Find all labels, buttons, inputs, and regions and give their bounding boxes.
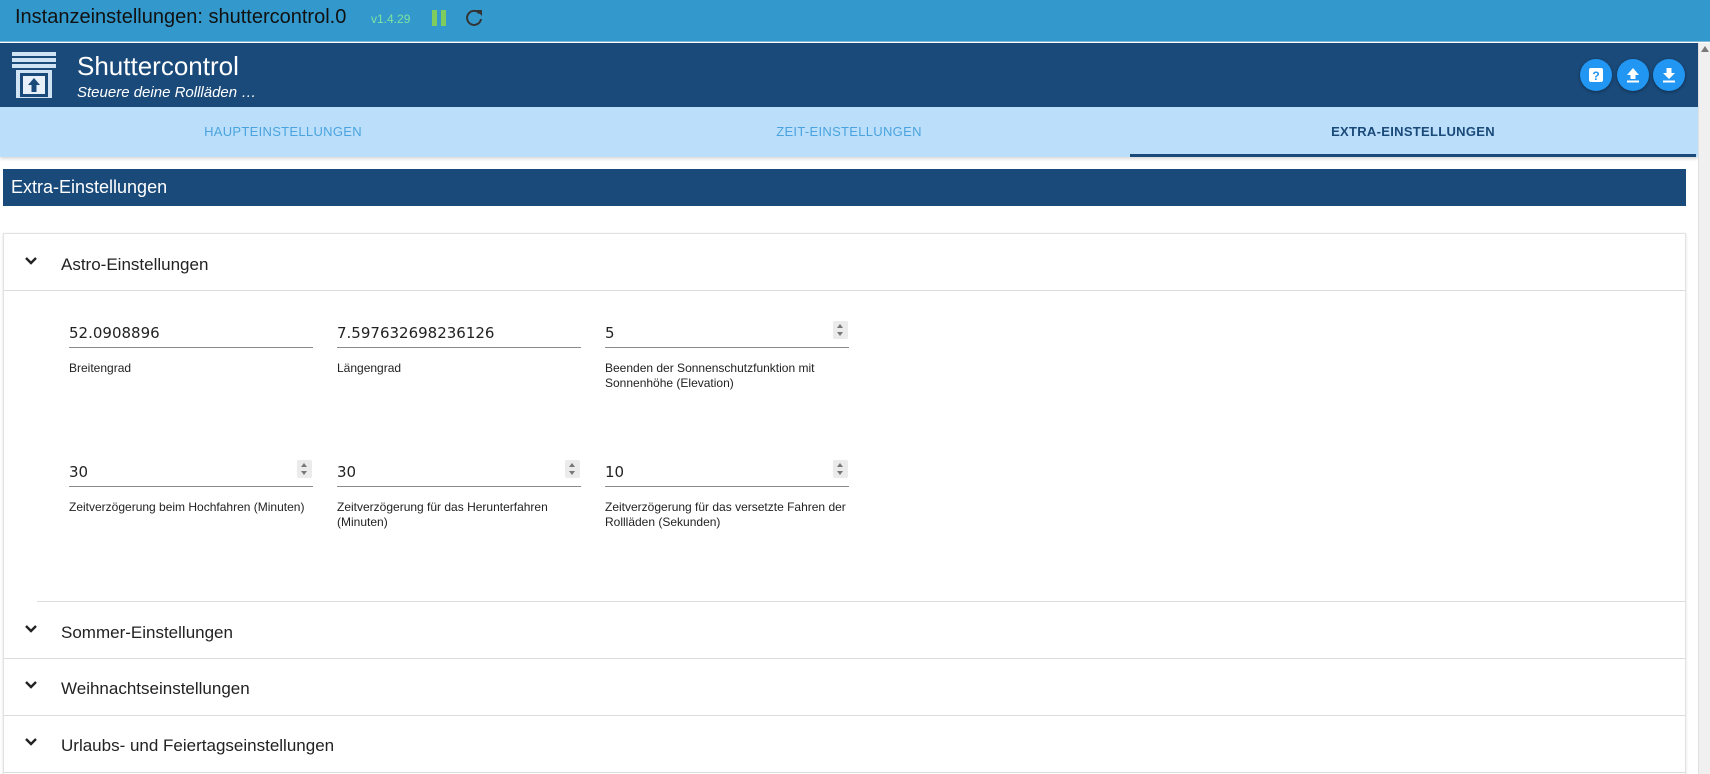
spinner-icon[interactable]	[833, 321, 848, 339]
reload-icon[interactable]	[463, 7, 485, 29]
settings-accordion: Astro-Einstellungen 52.0908896 Breitengr…	[3, 233, 1686, 774]
download-button[interactable]	[1653, 59, 1685, 91]
tab-extra-einstellungen[interactable]: EXTRA-EINSTELLUNGEN	[1130, 107, 1696, 157]
tab-bar: HAUPTEINSTELLUNGEN ZEIT-EINSTELLUNGEN EX…	[0, 107, 1698, 157]
accordion-urlaub-title: Urlaubs- und Feiertagseinstellungen	[61, 736, 335, 755]
accordion-sommer-title: Sommer-Einstellungen	[61, 623, 233, 642]
drive-delay-label: Zeitverzögerung für das versetzte Fahren…	[605, 500, 846, 529]
accordion-astro-title: Astro-Einstellungen	[61, 255, 209, 274]
chevron-down-icon	[25, 681, 37, 689]
version-label: v1.4.29	[371, 12, 411, 26]
section-title: Extra-Einstellungen	[11, 177, 168, 197]
scroll-up-icon[interactable]	[1701, 46, 1709, 52]
shutter-logo-icon	[11, 51, 59, 99]
delay-down-label: Zeitverzögerung für das Herunterfahren (…	[337, 500, 548, 529]
app-title: Shuttercontrol	[77, 51, 239, 81]
app-subtitle: Steuere deine Rollläden …	[77, 84, 257, 101]
accordion-sommer-header[interactable]: Sommer-Einstellungen	[4, 602, 1685, 658]
svg-text:?: ?	[1592, 69, 1599, 83]
window-titlebar: Instanzeinstellungen: shuttercontrol.0 v…	[0, 0, 1710, 42]
latitude-input[interactable]: 52.0908896	[69, 324, 160, 342]
upload-button[interactable]	[1617, 59, 1649, 91]
latitude-label: Breitengrad	[69, 361, 132, 375]
help-button[interactable]: ?	[1580, 59, 1612, 91]
pause-icon[interactable]	[432, 10, 446, 26]
longitude-input[interactable]: 7.597632698236126	[337, 324, 494, 342]
window-title: Instanzeinstellungen: shuttercontrol.0	[15, 6, 347, 28]
accordion-weihnacht-header[interactable]: Weihnachtseinstellungen	[4, 659, 1685, 715]
chevron-down-icon	[25, 257, 37, 265]
accordion-urlaub-header[interactable]: Urlaubs- und Feiertagseinstellungen	[4, 716, 1685, 772]
upload-icon	[1627, 68, 1639, 83]
spinner-icon[interactable]	[565, 460, 580, 478]
help-icon: ?	[1589, 68, 1603, 83]
spinner-icon[interactable]	[297, 460, 312, 478]
chevron-down-icon	[25, 625, 37, 633]
elevation-label: Beenden der Sonnenschutzfunktion mit Son…	[605, 361, 815, 390]
delay-up-input[interactable]: 30	[69, 463, 88, 481]
drive-delay-input[interactable]: 10	[605, 463, 624, 481]
vertical-scrollbar[interactable]	[1698, 43, 1710, 774]
accordion-weihnacht-title: Weihnachtseinstellungen	[61, 679, 250, 698]
delay-up-label: Zeitverzögerung beim Hochfahren (Minuten…	[69, 500, 305, 514]
accordion-astro-header[interactable]: Astro-Einstellungen	[4, 234, 1685, 290]
chevron-down-icon	[25, 738, 37, 746]
elevation-input[interactable]: 5	[605, 324, 615, 342]
tab-zeit-einstellungen[interactable]: ZEIT-EINSTELLUNGEN	[566, 107, 1132, 157]
download-icon	[1663, 68, 1675, 83]
divider	[4, 772, 1685, 773]
spinner-icon[interactable]	[833, 460, 848, 478]
delay-down-input[interactable]: 30	[337, 463, 356, 481]
divider	[4, 290, 1685, 291]
longitude-label: Längengrad	[337, 361, 402, 375]
tab-haupteinstellungen[interactable]: HAUPTEINSTELLUNGEN	[0, 107, 566, 157]
section-header: Extra-Einstellungen	[3, 169, 1686, 206]
app-header: Shuttercontrol Steuere deine Rollläden ……	[0, 43, 1698, 107]
